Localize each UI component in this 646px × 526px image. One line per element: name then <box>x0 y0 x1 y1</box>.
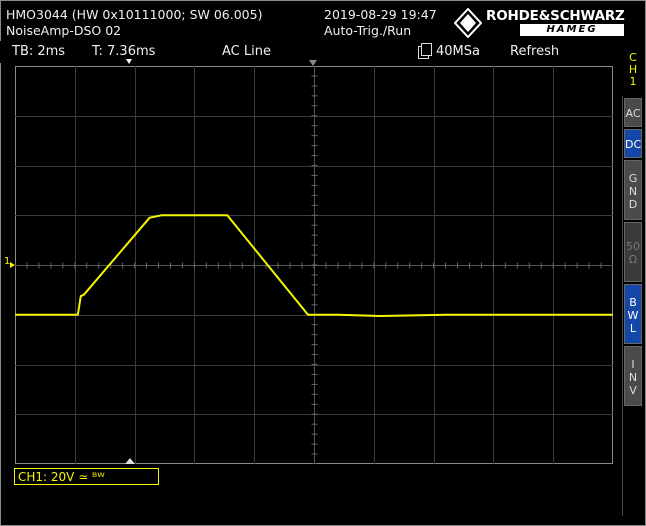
side-rail <box>622 96 623 516</box>
ground-marker-arrow-icon <box>10 262 15 268</box>
brand-name: ROHDE&SCHWARZ <box>486 8 625 24</box>
side-button-bwl[interactable]: B W L <box>624 284 642 344</box>
side-menu-title: C H 1 <box>624 52 642 88</box>
rs-diamond-icon <box>454 8 482 38</box>
side-menu-title-text: C H 1 <box>628 51 638 88</box>
side-button-50[interactable]: 50 Ω <box>624 222 642 282</box>
trigger-time-marker-icon <box>126 59 132 64</box>
side-button-inv[interactable]: I N V <box>624 346 642 406</box>
setup-name: NoiseAmp-DSO 02 <box>6 23 122 38</box>
trigger-time[interactable]: T: 7.36ms <box>92 45 155 59</box>
trigger-status: Auto-Trig./Run <box>324 23 412 38</box>
side-button-dc[interactable]: DC <box>624 129 642 158</box>
datetime: 2019-08-29 19:47 <box>324 7 437 22</box>
trigger-source[interactable]: AC Line <box>222 45 271 59</box>
trigger-position-icon <box>125 458 135 464</box>
channel-label[interactable]: CH1: 20V ≃ ᴮᵂ <box>14 468 159 485</box>
grid <box>15 66 613 464</box>
side-button-gnd[interactable]: G N D <box>624 160 642 220</box>
brand-logo: ROHDE&SCHWARZ HAMEG <box>454 6 640 40</box>
memory-icon <box>418 43 432 59</box>
sample-rate: 40MSa <box>436 44 480 59</box>
device-info: HMO3044 (HW 0x10111000; SW 06.005) <box>6 7 263 22</box>
brand-sub: HAMEG <box>520 24 624 36</box>
side-button-ac[interactable]: AC <box>624 98 642 127</box>
acquisition-mode[interactable]: Refresh <box>510 45 559 59</box>
waveform-display[interactable] <box>15 66 613 464</box>
timebase[interactable]: TB: 2ms <box>12 45 65 59</box>
